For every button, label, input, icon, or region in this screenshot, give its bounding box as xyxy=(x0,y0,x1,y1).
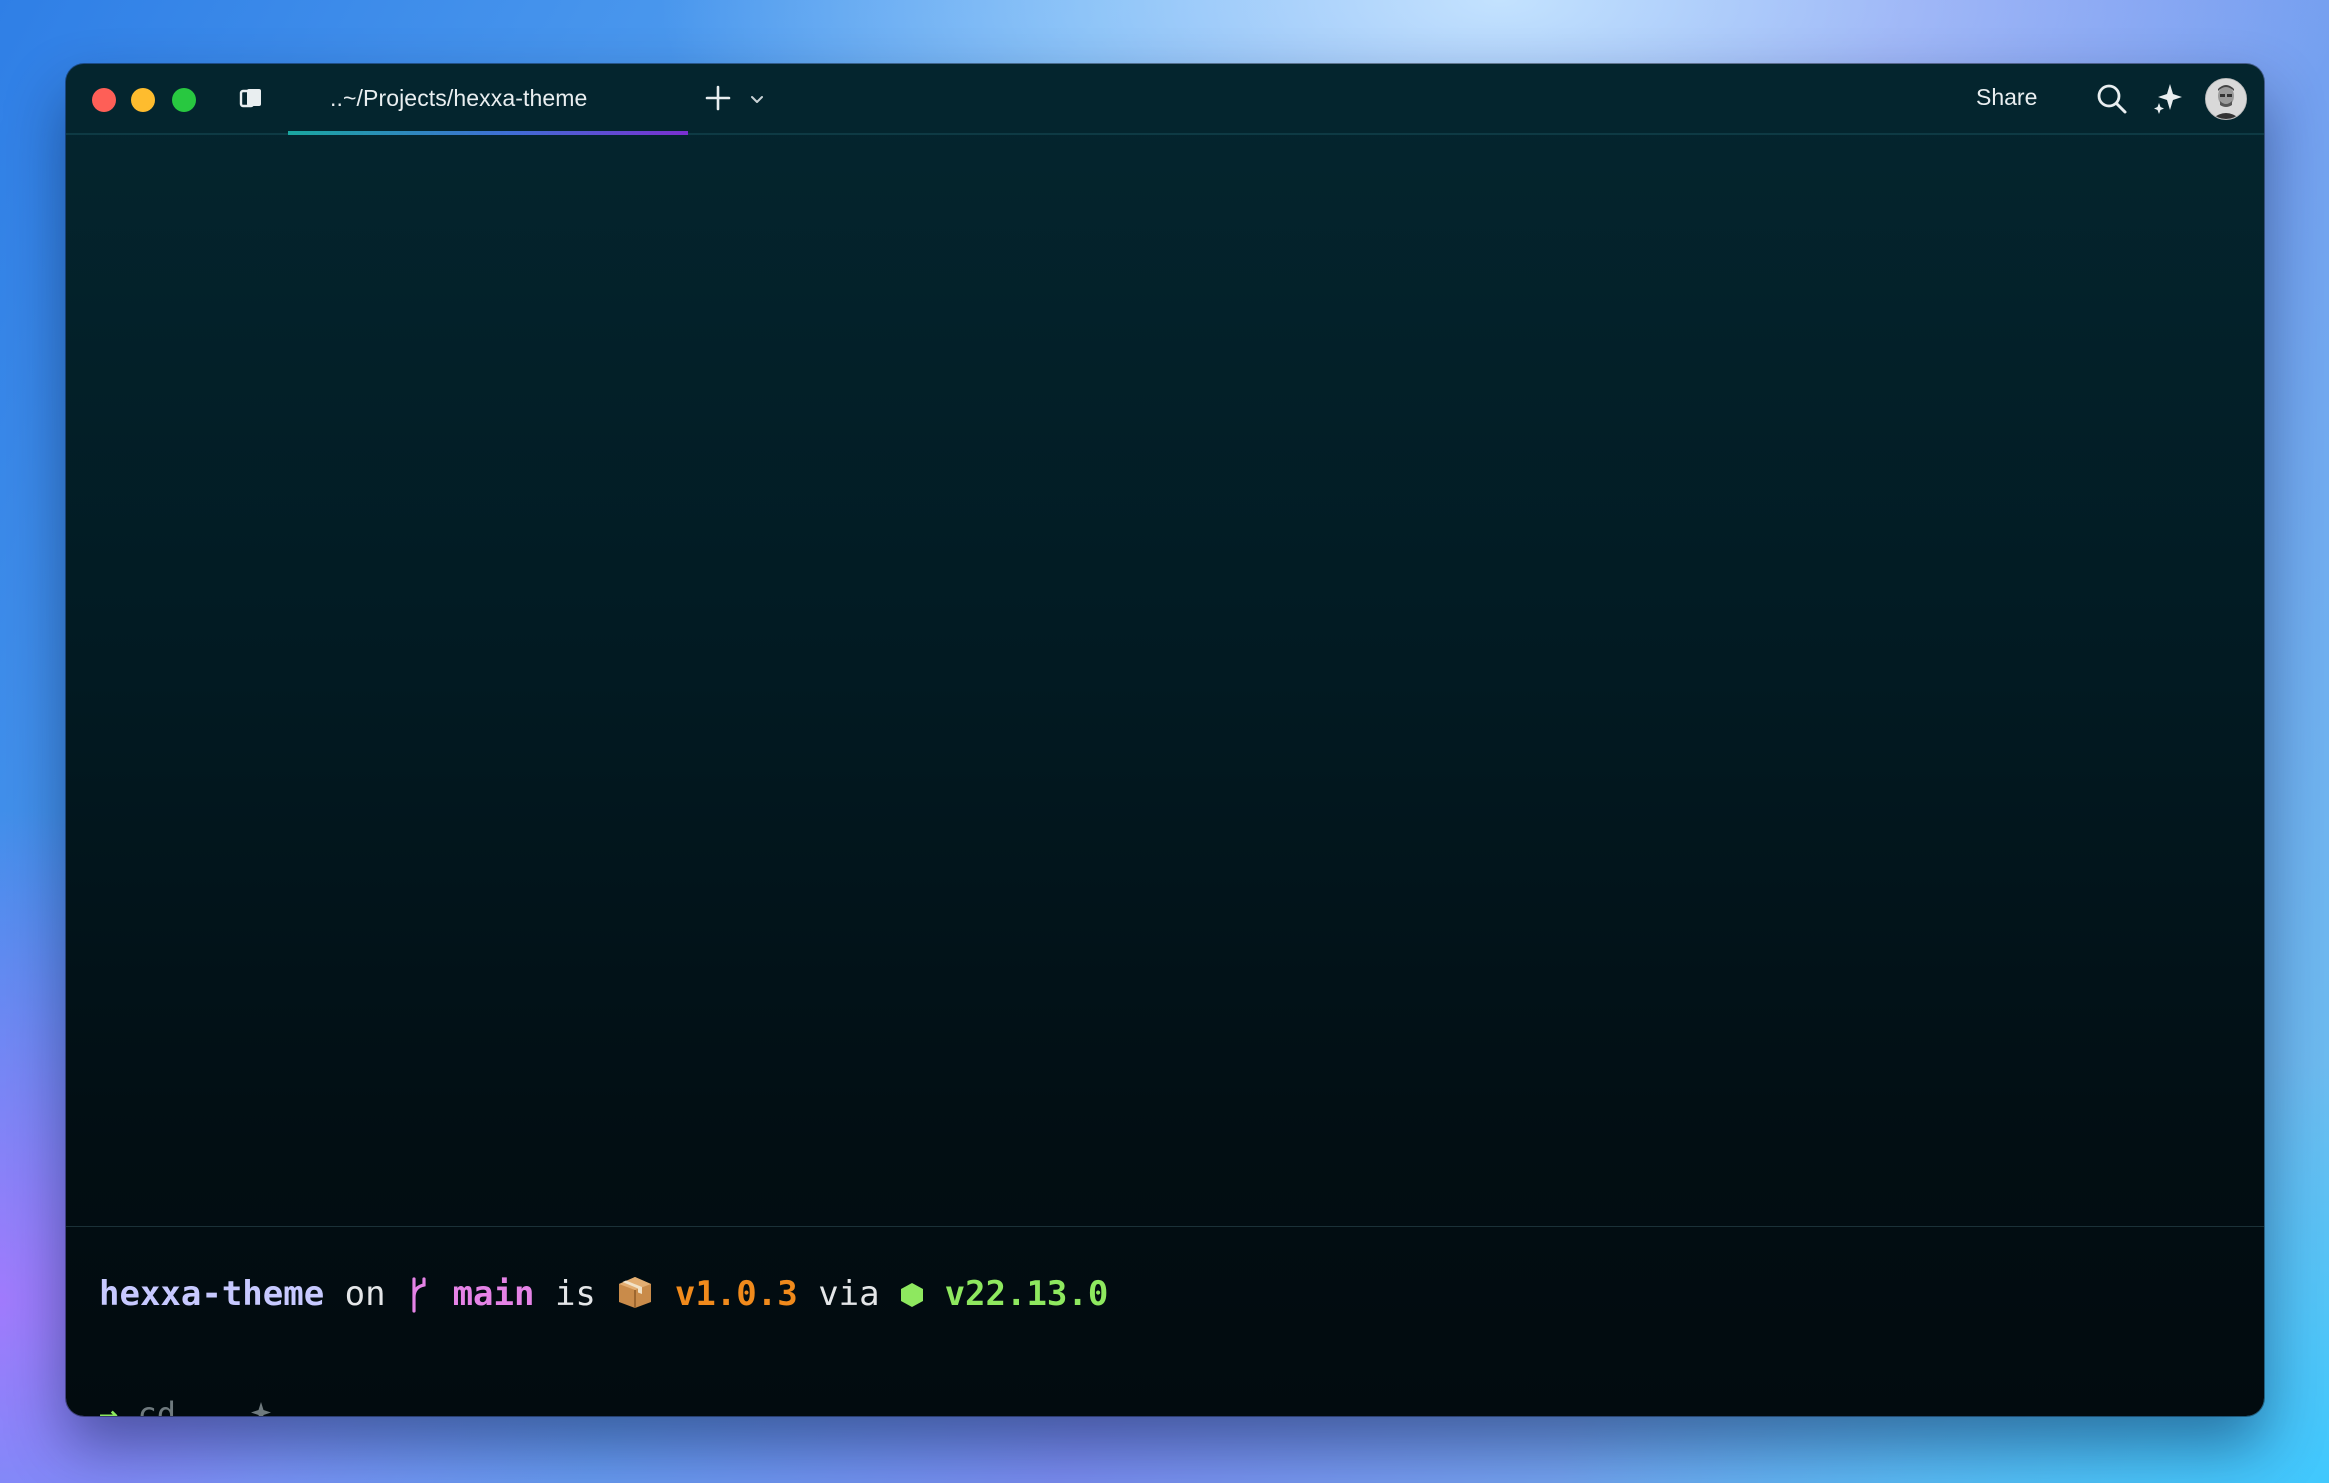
prompt-via: via xyxy=(818,1274,880,1314)
command-text: cd xyxy=(137,1395,177,1416)
title-bar: ..~/Projects/hexxa-theme Share xyxy=(66,64,2264,135)
prompt-is: is xyxy=(554,1274,596,1314)
user-avatar[interactable] xyxy=(2205,78,2247,120)
chevron-down-icon[interactable] xyxy=(748,90,766,108)
prompt-branch: main xyxy=(452,1274,535,1314)
search-icon[interactable] xyxy=(2094,81,2130,117)
new-tab-plus-icon[interactable] xyxy=(702,82,734,114)
close-button[interactable] xyxy=(92,88,116,112)
terminal-window: ..~/Projects/hexxa-theme Share hexxa-the… xyxy=(66,64,2264,1416)
prompt-package-version: v1.0.3 xyxy=(674,1274,798,1314)
ai-suggest-sparkle-icon[interactable] xyxy=(244,1399,274,1416)
prompt-arrow: → xyxy=(99,1395,119,1416)
active-tab-indicator xyxy=(288,131,688,135)
prompt-directory: hexxa-theme xyxy=(99,1274,325,1314)
package-icon xyxy=(619,1277,652,1308)
maximize-button[interactable] xyxy=(172,88,196,112)
command-argument: .. xyxy=(195,1395,234,1416)
node-hex-icon xyxy=(901,1283,924,1307)
tab-hexxa-theme[interactable]: ..~/Projects/hexxa-theme xyxy=(288,64,688,135)
panel-toggle-icon[interactable] xyxy=(236,84,266,114)
git-branch-icon xyxy=(412,1277,426,1313)
command-input[interactable]: → cd .. xyxy=(99,1392,274,1416)
sparkle-icon[interactable] xyxy=(2150,80,2186,116)
share-button[interactable]: Share xyxy=(1976,84,2037,111)
prompt-node-version: v22.13.0 xyxy=(944,1274,1109,1314)
minimize-button[interactable] xyxy=(131,88,155,112)
shell-prompt: hexxa-theme on main is v1.0.3 via v22.13… xyxy=(99,1269,1108,1319)
input-divider xyxy=(66,1226,2264,1227)
tab-label: ..~/Projects/hexxa-theme xyxy=(330,85,588,111)
prompt-on: on xyxy=(344,1274,386,1314)
avatar-face-icon xyxy=(2206,79,2246,119)
